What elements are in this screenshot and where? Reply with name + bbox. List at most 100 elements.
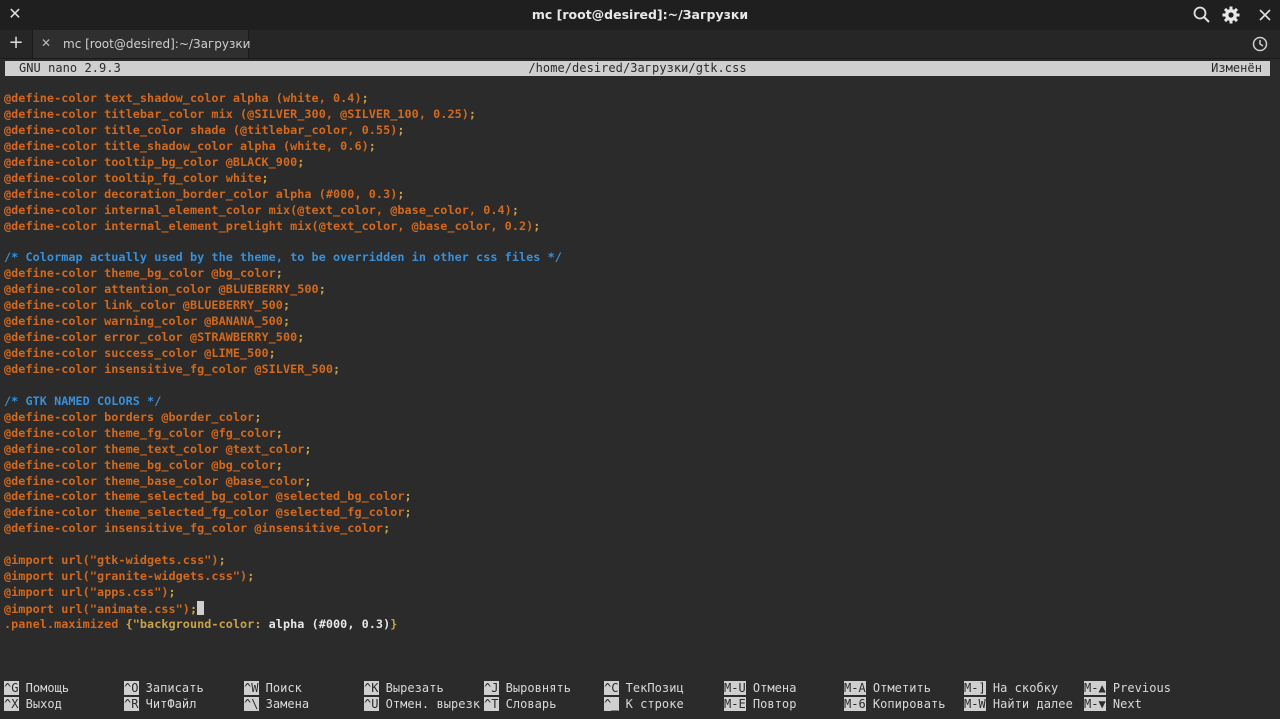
shortcut-item[interactable]: ^_ К строке (604, 696, 684, 712)
shortcut-label: Помощь (25, 681, 70, 695)
code-line: /* Colormap actually used by the theme, … (4, 250, 562, 265)
shortcut-item[interactable]: M-] На скобку (964, 680, 1058, 696)
terminal-area[interactable]: GNU nano 2.9.3 /home/desired/Загрузки/gt… (0, 59, 1280, 719)
history-icon[interactable] (1250, 34, 1270, 54)
code-line: @define-color internal_element_color mix… (4, 202, 519, 217)
gear-icon[interactable] (1221, 5, 1241, 25)
code-line: @import url("animate.css"); (4, 601, 562, 617)
shortcut-item[interactable]: ^W Поиск (244, 680, 302, 696)
shortcut-item[interactable]: ^R ЧитФайл (124, 696, 197, 712)
code-line: @define-color title_color shade (@titleb… (4, 122, 405, 137)
shortcut-item[interactable]: ^G Помощь (4, 680, 69, 696)
code-line: @define-color theme_bg_color @bg_color; (4, 457, 283, 472)
window-titlebar: ✕ mc [root@desired]:~/Загрузки (0, 0, 1280, 30)
tab-terminal[interactable]: ✕ mc [root@desired]:~/Загрузки (32, 30, 251, 58)
code-line: @define-color borders @border_color; (4, 409, 262, 424)
shortcut-item[interactable]: ^O Записать (124, 680, 204, 696)
tab-bar: + ✕ mc [root@desired]:~/Загрузки (0, 30, 1280, 59)
shortcut-item[interactable]: ^U Отмен. вырезк (364, 696, 480, 712)
editor-content[interactable]: @define-color text_shadow_color alpha (w… (4, 91, 562, 633)
code-line: @define-color insensitive_fg_color @SILV… (4, 361, 341, 376)
shortcut-key: M-A (844, 681, 866, 695)
code-line: @define-color internal_element_prelight … (4, 218, 541, 233)
shortcut-key: ^C (604, 681, 619, 695)
shortcut-key: ^_ (604, 697, 619, 711)
shortcut-label: ТекПозиц (625, 681, 684, 695)
shortcut-label: ЧитФайл (145, 697, 197, 711)
code-line: @define-color text_shadow_color alpha (w… (4, 91, 369, 105)
code-line: @define-color tooltip_fg_color white; (4, 170, 269, 185)
shortcut-item[interactable]: M-W Найти далее (964, 696, 1073, 712)
shortcut-label: Словарь (505, 697, 557, 711)
text-cursor (197, 601, 205, 615)
shortcut-label: Поиск (265, 681, 302, 695)
code-line: @define-color tooltip_bg_color @BLACK_90… (4, 154, 305, 169)
shortcut-item[interactable]: ^T Словарь (484, 696, 557, 712)
shortcut-item[interactable]: M-E Повтор (724, 696, 796, 712)
code-line: @define-color insensitive_fg_color @inse… (4, 521, 391, 536)
shortcut-key: M-6 (844, 697, 866, 711)
code-line: @define-color title_shadow_color alpha (… (4, 138, 376, 153)
shortcut-label: Копировать (872, 697, 946, 711)
shortcut-label: К строке (625, 697, 684, 711)
shortcut-item[interactable]: ^K Вырезать (364, 680, 444, 696)
code-line: @define-color theme_base_color @base_col… (4, 473, 312, 488)
shortcut-key: ^W (244, 681, 259, 695)
code-line: @define-color theme_text_color @text_col… (4, 441, 312, 456)
shortcut-label: Отмена (752, 681, 797, 695)
code-line: @define-color success_color @LIME_500; (4, 346, 276, 360)
code-line: @define-color theme_fg_color @fg_color; (4, 425, 283, 440)
shortcut-item[interactable]: M-6 Копировать (844, 696, 946, 712)
shortcut-label: Найти далее (992, 697, 1073, 711)
shortcut-key: ^\ (244, 697, 259, 711)
shortcut-label: Отметить (872, 681, 932, 695)
code-line: @import url("granite-widgets.css"); (4, 569, 255, 584)
code-line: @define-color decoration_border_color al… (4, 186, 405, 201)
shortcut-label: Выровнять (505, 681, 572, 695)
code-line: @define-color link_color @BLUEBERRY_500; (4, 298, 291, 313)
shortcut-label: Замена (265, 697, 310, 711)
code-line: @define-color theme_bg_color @bg_color; (4, 266, 283, 281)
shortcut-key: M-U (724, 681, 746, 695)
tab-close-icon[interactable]: ✕ (41, 36, 51, 50)
code-line: @define-color theme_selected_bg_color @s… (4, 489, 412, 504)
shortcut-key: ^X (4, 697, 19, 711)
shortcut-item[interactable]: M-A Отметить (844, 680, 931, 696)
code-line: @define-color theme_selected_fg_color @s… (4, 505, 412, 520)
shortcut-item[interactable]: M-U Отмена (724, 680, 796, 696)
tab-label: mc [root@desired]:~/Загрузки (63, 37, 251, 51)
shortcut-item[interactable]: M-▼ Next (1084, 696, 1142, 712)
nano-status: Изменён (1211, 61, 1262, 75)
shortcut-bar: ^G Помощь ^O Записать ^W Поиск ^K Вырезать ^J Выр… (4, 680, 1276, 714)
code-line: @define-color attention_color @BLUEBERRY… (4, 282, 326, 297)
shortcut-label: Previous (1112, 681, 1172, 695)
new-tab-button[interactable]: + (6, 33, 26, 53)
shortcut-key: M-▲ (1084, 681, 1106, 695)
shortcut-key: ^K (364, 681, 379, 695)
shortcut-key: ^U (364, 697, 379, 711)
shortcut-key: ^G (4, 681, 19, 695)
shortcut-label: Отмен. вырезк (385, 697, 481, 711)
shortcut-item[interactable]: M-▲ Previous (1084, 680, 1171, 696)
shortcut-key: ^R (124, 697, 139, 711)
code-line: @define-color titlebar_color mix (@SILVE… (4, 106, 477, 121)
shortcut-label: Выход (25, 697, 62, 711)
search-icon[interactable] (1192, 5, 1212, 25)
shortcut-key: ^T (484, 697, 499, 711)
code-line: /* GTK NAMED COLORS */ (4, 393, 162, 408)
shortcut-item[interactable]: ^J Выровнять (484, 680, 571, 696)
shortcut-item[interactable]: ^X Выход (4, 696, 62, 712)
close-window-icon[interactable] (1255, 5, 1275, 25)
shortcut-label: Повтор (752, 697, 797, 711)
shortcut-item[interactable]: ^C ТекПозиц (604, 680, 684, 696)
nano-header: GNU nano 2.9.3 /home/desired/Загрузки/gt… (5, 61, 1270, 76)
window-title: mc [root@desired]:~/Загрузки (531, 7, 749, 22)
shortcut-key: M-E (724, 697, 746, 711)
shortcut-item[interactable]: ^\ Замена (244, 696, 309, 712)
shortcut-label: На скобку (992, 681, 1059, 695)
shortcut-key: ^J (484, 681, 499, 695)
shortcut-label: Next (1112, 697, 1142, 711)
shortcut-label: Вырезать (385, 681, 444, 695)
